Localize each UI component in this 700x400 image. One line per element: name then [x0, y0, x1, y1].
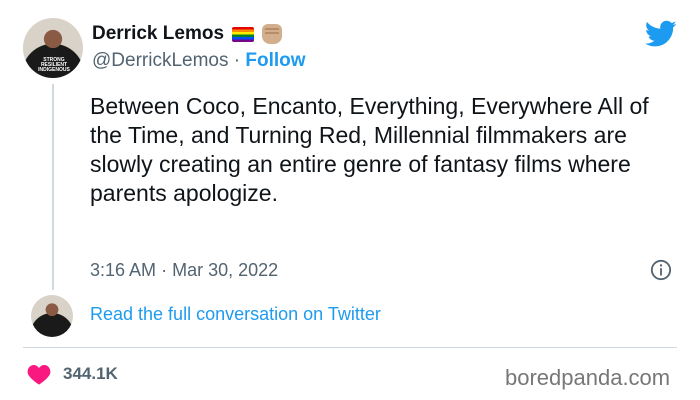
thread-line — [52, 84, 54, 290]
handle-separator: · — [233, 50, 241, 71]
timestamp-separator: · — [161, 260, 168, 280]
tweet-text: Between Coco, Encanto, Everything, Every… — [90, 93, 649, 206]
heart-icon[interactable] — [27, 363, 51, 385]
boredpanda-watermark: boredpanda.com — [505, 365, 671, 390]
info-icon[interactable] — [650, 259, 672, 281]
tweet-date[interactable]: Mar 30, 2022 — [172, 260, 278, 280]
follow-button[interactable]: Follow — [245, 50, 305, 71]
author-name[interactable]: Derrick Lemos — [92, 23, 224, 45]
tweet-time[interactable]: 3:16 AM — [90, 260, 156, 280]
tweet-card: STRONG RESILIENT INDIGENOUS Derrick Lemo… — [0, 0, 700, 400]
reply-avatar[interactable] — [31, 295, 73, 337]
read-conversation-link[interactable]: Read the full conversation on Twitter — [90, 304, 381, 325]
handle-row: @DerrickLemos · Follow — [92, 50, 306, 72]
like-count: 344.1K — [63, 364, 118, 383]
tweet-timestamp[interactable]: 3:16 AM · Mar 30, 2022 — [90, 260, 278, 281]
raised-fist-icon — [262, 24, 283, 44]
divider — [23, 347, 677, 348]
twitter-bird-icon[interactable] — [645, 20, 677, 48]
author-avatar[interactable]: STRONG RESILIENT INDIGENOUS — [23, 18, 83, 78]
author-name-row[interactable]: Derrick Lemos — [92, 23, 283, 45]
avatar-shirt-text: STRONG RESILIENT INDIGENOUS — [38, 57, 70, 73]
rainbow-flag-icon — [232, 26, 255, 42]
author-handle[interactable]: @DerrickLemos — [92, 50, 228, 71]
